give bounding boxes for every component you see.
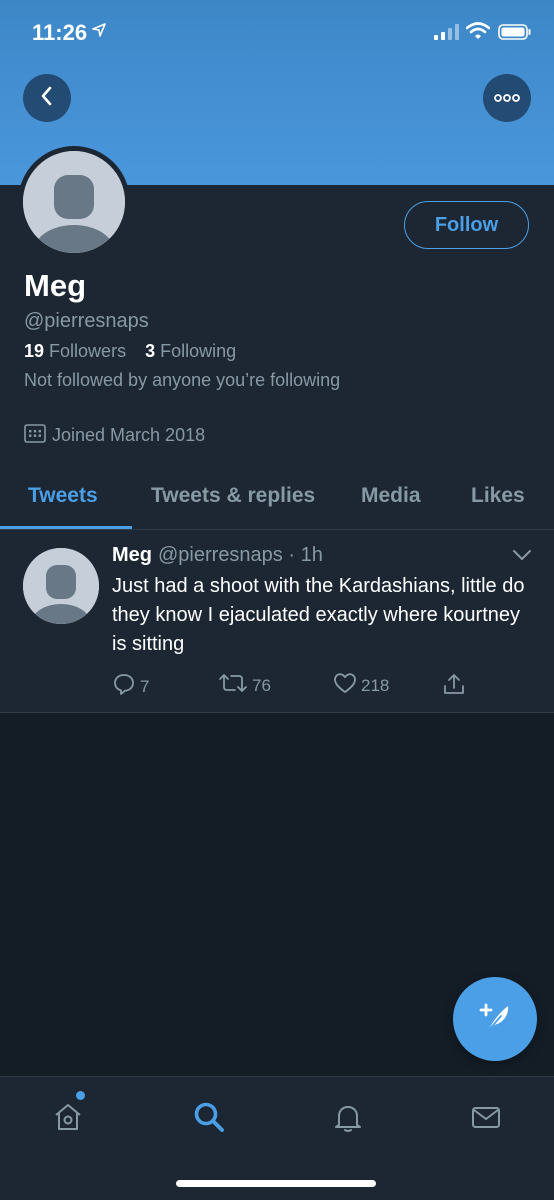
share-button[interactable] xyxy=(442,672,466,701)
tab-search[interactable] xyxy=(189,1099,229,1139)
followers-link[interactable]: 19 Followers xyxy=(24,341,131,361)
notification-dot xyxy=(76,1091,85,1100)
tab-tweets-replies[interactable]: Tweets & replies xyxy=(151,484,315,508)
mail-icon xyxy=(469,1100,503,1139)
tab-media[interactable]: Media xyxy=(361,484,421,508)
more-dots-icon xyxy=(494,89,520,107)
compose-tweet-button[interactable] xyxy=(453,977,537,1061)
home-icon xyxy=(51,1100,85,1139)
calendar-icon xyxy=(24,423,46,448)
status-bar: 11:26 xyxy=(0,0,554,64)
tweet-avatar[interactable] xyxy=(23,548,99,624)
follow-button[interactable]: Follow xyxy=(404,201,529,249)
joined-text: Joined March 2018 xyxy=(52,425,206,445)
retweet-count: 76 xyxy=(252,675,271,695)
tab-likes[interactable]: Likes xyxy=(471,484,525,508)
default-avatar-icon xyxy=(23,548,99,624)
followers-count: 19 xyxy=(24,341,45,361)
chevron-down-icon[interactable] xyxy=(512,548,532,566)
tab-tweets[interactable]: Tweets xyxy=(28,484,98,508)
default-avatar-icon xyxy=(23,151,125,253)
tweet-header: Meg @pierresnaps · 1h xyxy=(112,544,323,567)
tab-home[interactable] xyxy=(48,1099,88,1139)
tweet-handle-time: @pierresnaps · 1h xyxy=(158,544,323,566)
tweet-item[interactable]: Meg @pierresnaps · 1h Just had a shoot wi… xyxy=(0,530,554,713)
more-options-button[interactable] xyxy=(483,74,531,122)
location-arrow-icon xyxy=(92,23,106,42)
profile-avatar[interactable] xyxy=(18,146,130,258)
like-button[interactable]: 218 xyxy=(333,672,389,699)
wifi-icon xyxy=(465,22,491,45)
followers-label: Followers xyxy=(49,341,127,361)
cellular-signal-icon xyxy=(434,24,460,45)
tab-messages[interactable] xyxy=(466,1099,506,1139)
profile-tabs: Tweets Tweets & replies Media Likes xyxy=(0,470,554,530)
following-link[interactable]: 3 Following xyxy=(145,341,236,361)
profile-handle: @pierresnaps xyxy=(24,310,149,332)
tab-notifications[interactable] xyxy=(328,1099,368,1139)
home-indicator[interactable] xyxy=(176,1180,376,1187)
tweet-actions: 7 76 218 xyxy=(0,672,554,702)
search-icon xyxy=(192,1100,226,1139)
follow-counts: 19 Followers 3 Following xyxy=(24,341,250,362)
tweet-author-name: Meg xyxy=(112,544,152,566)
retweet-button[interactable]: 76 xyxy=(218,672,271,699)
like-count: 218 xyxy=(361,675,390,695)
status-time: 11:26 xyxy=(32,20,88,45)
reply-count: 7 xyxy=(140,676,150,696)
retweet-icon xyxy=(218,672,248,699)
battery-icon xyxy=(498,24,532,45)
reply-button[interactable]: 7 xyxy=(112,672,149,701)
bell-icon xyxy=(331,1100,365,1139)
compose-tweet-icon xyxy=(475,997,515,1042)
tweet-text: Just had a shoot with the Kardashians, l… xyxy=(112,575,525,655)
back-button[interactable] xyxy=(23,74,71,122)
chevron-left-icon xyxy=(38,85,56,112)
profile-name: Meg xyxy=(24,268,86,303)
share-icon xyxy=(442,672,466,701)
joined-date: Joined March 2018 xyxy=(24,423,205,448)
following-count: 3 xyxy=(145,341,156,361)
following-label: Following xyxy=(160,341,237,361)
not-followed-note: Not followed by anyone you’re following xyxy=(24,370,341,390)
heart-icon xyxy=(333,672,357,699)
reply-icon xyxy=(112,672,136,701)
